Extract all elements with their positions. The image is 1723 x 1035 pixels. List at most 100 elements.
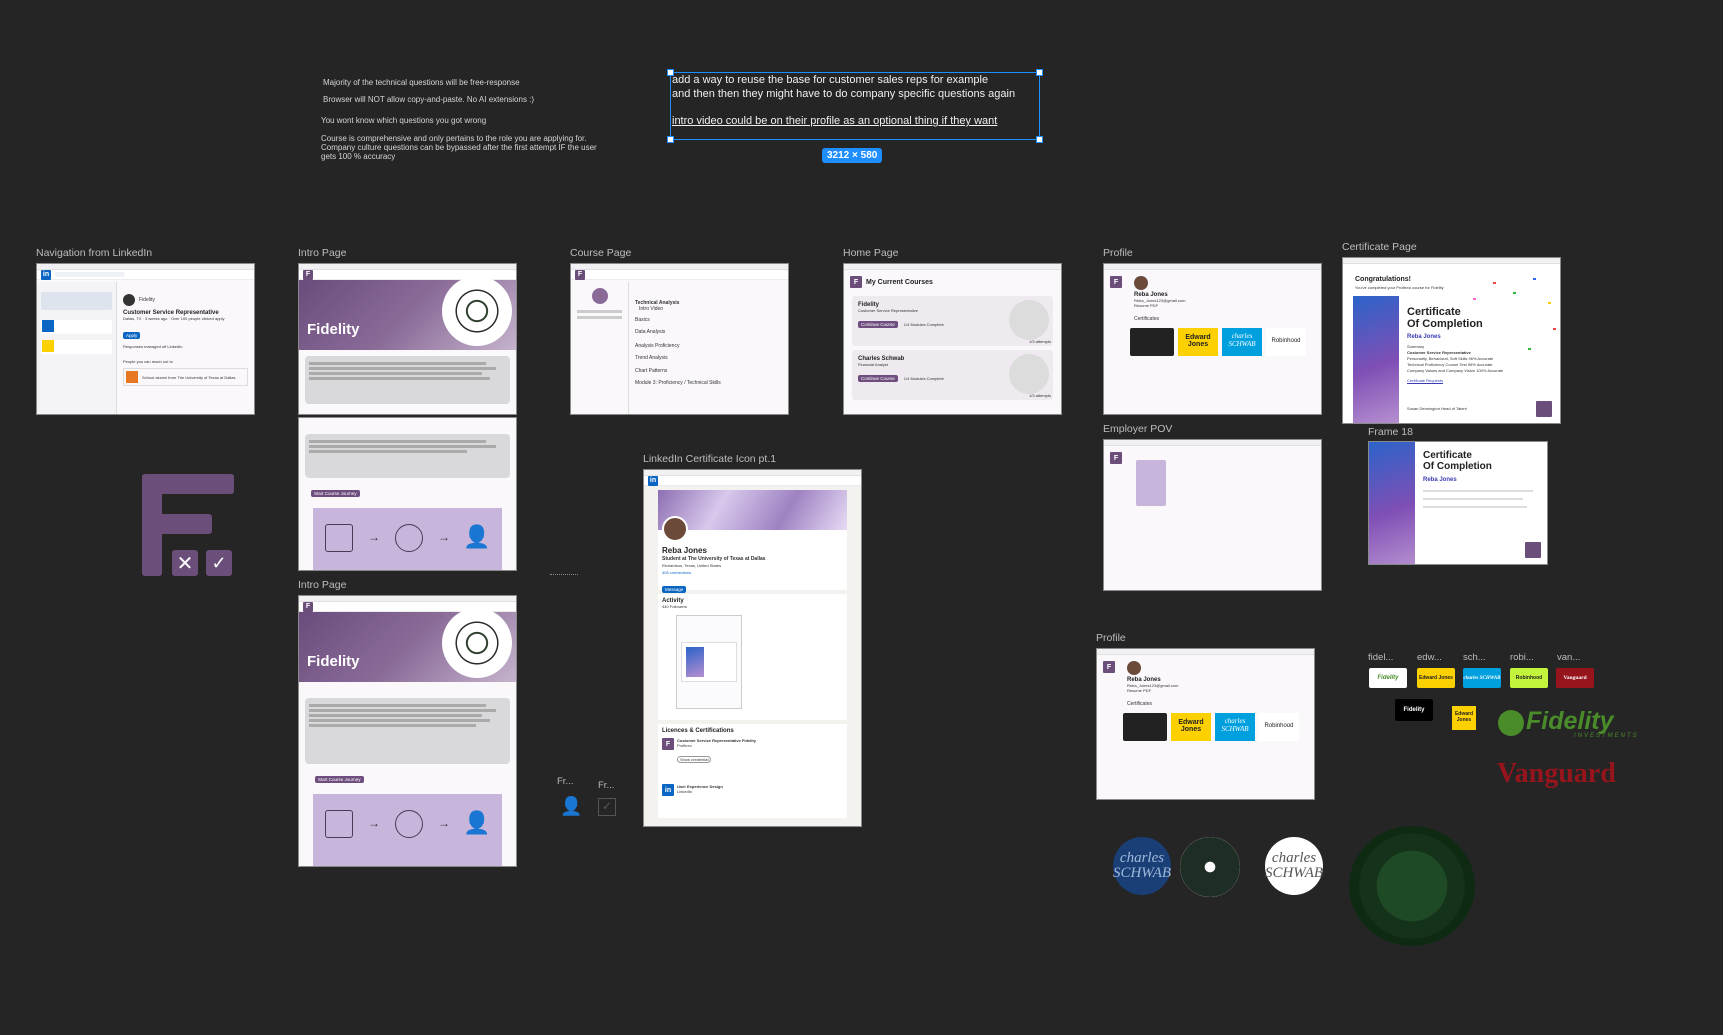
home-c2-continue[interactable]: Continue Course	[858, 375, 898, 382]
profile-1-certs: Certificates	[1134, 316, 1160, 322]
course-item-4[interactable]: Analysis Proficiency	[635, 343, 782, 349]
frame-label-course[interactable]: Course Page	[570, 247, 631, 259]
resize-handle-tl[interactable]	[667, 69, 674, 76]
logo-label-fidelity[interactable]: fidel...	[1368, 652, 1393, 663]
selected-line-2: and then then they might have to do comp…	[672, 87, 1016, 100]
intro-2-start-button[interactable]: Start Course Journey	[315, 776, 364, 783]
chip-edward[interactable]: Edward Jones	[1417, 668, 1455, 688]
frame-course[interactable]: F Technical Analysis Intro Video Basics …	[570, 263, 789, 415]
profile-2-certs: Certificates	[1127, 701, 1153, 707]
frame-label-linkedin-cert[interactable]: LinkedIn Certificate Icon pt.1	[643, 453, 776, 465]
course-item-1[interactable]: Intro Video	[639, 306, 782, 312]
logo-label-vanguard[interactable]: van...	[1557, 652, 1580, 663]
schwab-round-blue-logo: charles SCHWAB	[1113, 837, 1171, 895]
frame-profile-2[interactable]: F Reba Jones Reba_Jones123@gmail.com Res…	[1096, 648, 1315, 800]
home-c1-progress: 1/4 Modules Complete	[903, 322, 944, 327]
home-c2-progress: 1/4 Modules Complete	[903, 376, 944, 381]
schwab-round-white-logo: charles SCHWAB	[1265, 837, 1323, 895]
course-item-5[interactable]: Trend Analysis	[635, 355, 782, 361]
chip-fidelity[interactable]: Fidelity	[1369, 668, 1407, 688]
chip-vanguard[interactable]: Vanguard	[1556, 668, 1594, 688]
frame18-name: Reba Jones	[1423, 477, 1457, 483]
home-heading: My Current Courses	[866, 278, 933, 286]
logo-label-robinhood[interactable]: robi...	[1510, 652, 1534, 663]
fidelity-big-text: Fidelity	[1526, 707, 1614, 735]
cert-title-2: Of Completion	[1407, 318, 1483, 330]
cert-role: Customer Service Representative	[1407, 350, 1471, 355]
home-c1-attempts: 1/3 attempts	[1028, 339, 1051, 344]
resize-handle-tr[interactable]	[1036, 69, 1043, 76]
profile-1-resume[interactable]: Resume PDF	[1134, 303, 1291, 308]
li-headline: Student at The University of Texas at Da…	[662, 556, 766, 562]
chip-edward-square[interactable]: Edward Jones	[1452, 706, 1476, 730]
small-frame-label-2[interactable]: Fr...	[598, 780, 614, 791]
li-licenses: Licences & Certifications	[662, 728, 734, 734]
logo-label-schwab[interactable]: sch...	[1463, 652, 1486, 663]
linkedin-icon: in	[41, 269, 51, 280]
li-show-1[interactable]: Show credential	[677, 756, 712, 763]
note-wrong-answers: You wont know which questions you got wr…	[321, 116, 487, 125]
li-cert-2-org: LinkedIn	[677, 789, 693, 794]
profile-2-resume[interactable]: Resume PDF	[1127, 688, 1284, 693]
frame-employer-pov[interactable]: F	[1103, 439, 1322, 591]
frame-label-18[interactable]: Frame 18	[1368, 426, 1413, 438]
course-item-2[interactable]: Basics	[635, 317, 782, 323]
intro-1-hero-title: Fidelity	[307, 321, 360, 338]
frame-certificate[interactable]: Congratulations! You've completed your P…	[1342, 257, 1561, 424]
selected-line-3: intro video could be on their profile as…	[672, 115, 998, 127]
nav-managed: Responses managed off LinkedIn	[123, 344, 183, 349]
resize-handle-br[interactable]	[1036, 136, 1043, 143]
home-c1-continue[interactable]: Continue Course	[858, 321, 898, 328]
intro-1-start-button[interactable]: Start Course Journey	[311, 490, 360, 497]
note-copy-paste: Browser will NOT allow copy-and-paste. N…	[323, 95, 535, 104]
li-followers: 440 Followers	[662, 604, 687, 609]
cert-line-1: Technical Proficiency Course Test 96% Ac…	[1407, 362, 1493, 367]
frame-label-intro-2[interactable]: Intro Page	[298, 579, 346, 591]
cert-name: Reba Jones	[1407, 334, 1441, 340]
fidelity-big-sub: INVESTMENTS	[1574, 733, 1639, 739]
frame-nav-linkedin[interactable]: in Fidelity Customer Service Representat…	[36, 263, 255, 415]
frame-label-profile-2[interactable]: Profile	[1096, 632, 1126, 644]
dimension-badge: 3212 × 580	[822, 148, 883, 163]
selected-text-box[interactable]: add a way to reuse the base for customer…	[667, 69, 1043, 143]
frame-intro-1[interactable]: F Fidelity	[298, 263, 517, 415]
course-item-6[interactable]: Chart Patterns	[635, 368, 782, 374]
frame-label-home[interactable]: Home Page	[843, 247, 898, 259]
frame-home[interactable]: F My Current Courses Fidelity Customer S…	[843, 263, 1062, 415]
cert-summary: Summary	[1407, 344, 1425, 349]
frame-intro-1-continued[interactable]: Start Course Journey → → 👤	[298, 417, 517, 571]
nav-company: Fidelity	[139, 296, 155, 303]
cert-link[interactable]: Certificate Requests	[1407, 378, 1443, 383]
frame-label-profile-1[interactable]: Profile	[1103, 247, 1133, 259]
resize-handle-bl[interactable]	[667, 136, 674, 143]
frame-label-intro-1[interactable]: Intro Page	[298, 247, 346, 259]
frame-intro-2[interactable]: F Fidelity Start Course Journey → → 👤	[298, 595, 517, 867]
frame18-title-2: Of Completion	[1423, 461, 1492, 472]
chip-robinhood[interactable]: Robinhood	[1510, 668, 1548, 688]
frame-label-certificate[interactable]: Certificate Page	[1342, 241, 1417, 253]
frame-profile-1[interactable]: F Reba Jones Reba_Jones123@gmail.com Res…	[1103, 263, 1322, 415]
nav-reach: People you can reach out to	[123, 359, 173, 364]
chip-fidelity-dark[interactable]: Fidelity	[1395, 699, 1433, 721]
frame-linkedin-cert[interactable]: in Reba Jones Student at The University …	[643, 469, 862, 827]
course-item-7[interactable]: Module 3: Proficiency / Technical Skills	[635, 380, 782, 386]
frame-label-employer[interactable]: Employer POV	[1103, 423, 1172, 435]
note-accuracy: gets 100 % accuracy	[321, 152, 396, 161]
frame-18[interactable]: Certificate Of Completion Reba Jones	[1368, 441, 1548, 565]
fidelity-burst-white-icon	[1180, 837, 1240, 897]
cert-sub: You've completed your Proflexo course fo…	[1355, 285, 1444, 290]
small-frame-label-1[interactable]: Fr...	[557, 776, 573, 787]
frame18-title-1: Certificate	[1423, 450, 1472, 461]
frame-label-nav[interactable]: Navigation from LinkedIn	[36, 247, 152, 259]
nav-meta: Dallas, TX · 3 weeks ago · Over 100 peop…	[123, 316, 225, 321]
dotted-group[interactable]	[550, 574, 578, 586]
checkbox-icon: ✓	[598, 798, 616, 816]
li-connections[interactable]: 405 connections	[662, 570, 691, 575]
li-cert-1-org: Proflexo	[677, 743, 692, 748]
note-culture: Company culture questions can be bypasse…	[321, 143, 597, 152]
cert-congrats: Congratulations!	[1355, 276, 1411, 283]
course-item-3[interactable]: Data Analysis	[635, 329, 782, 335]
logo-label-edward[interactable]: edw...	[1417, 652, 1442, 663]
chip-schwab[interactable]: charles SCHWAB	[1463, 668, 1501, 688]
user-icon: 👤	[560, 796, 583, 816]
